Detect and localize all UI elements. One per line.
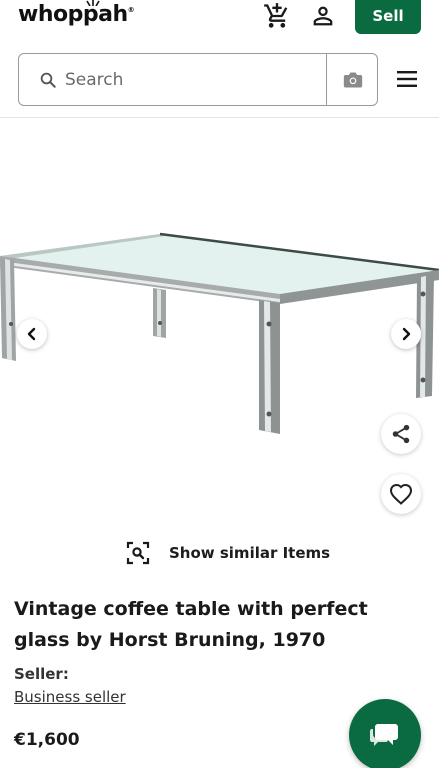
logo-registered-mark: ® — [127, 6, 135, 14]
logo-text: whoppah — [18, 2, 128, 27]
header: whoppah® Sell — [0, 0, 439, 40]
account-button[interactable] — [309, 2, 337, 30]
cart-icon — [264, 3, 288, 28]
show-similar-items-label: Show similar Items — [169, 544, 331, 562]
share-button[interactable] — [381, 414, 421, 454]
next-image-button[interactable] — [391, 319, 421, 349]
chevron-right-icon — [402, 327, 411, 341]
cart-button[interactable] — [263, 2, 291, 30]
search-icon — [40, 72, 56, 88]
search-input[interactable] — [65, 64, 315, 96]
previous-image-button[interactable] — [17, 319, 47, 349]
hamburger-menu-icon — [397, 71, 417, 87]
seller-label: Seller: — [14, 665, 69, 683]
whoppah-logo[interactable]: whoppah® — [18, 0, 135, 27]
menu-button[interactable] — [395, 68, 419, 90]
show-similar-items-button[interactable]: Show similar Items — [126, 540, 330, 566]
user-icon — [313, 6, 333, 26]
chat-icon — [370, 724, 398, 746]
chevron-left-icon — [27, 327, 36, 341]
product-image — [0, 232, 439, 434]
chat-button[interactable] — [349, 699, 421, 768]
image-search-icon — [126, 541, 150, 565]
logo-spark-icon — [86, 0, 100, 6]
share-icon — [392, 424, 410, 444]
product-gallery[interactable] — [0, 118, 439, 528]
image-search-button[interactable] — [327, 54, 378, 105]
product-price: €1,600 — [14, 730, 80, 750]
heart-icon — [389, 483, 413, 505]
camera-icon — [343, 72, 362, 87]
favorite-button[interactable] — [381, 474, 421, 514]
seller-link[interactable]: Business seller — [14, 688, 126, 706]
search-bar — [18, 53, 378, 106]
product-title: Vintage coffee table with perfect glass … — [14, 598, 368, 651]
sell-button[interactable]: Sell — [355, 0, 421, 34]
